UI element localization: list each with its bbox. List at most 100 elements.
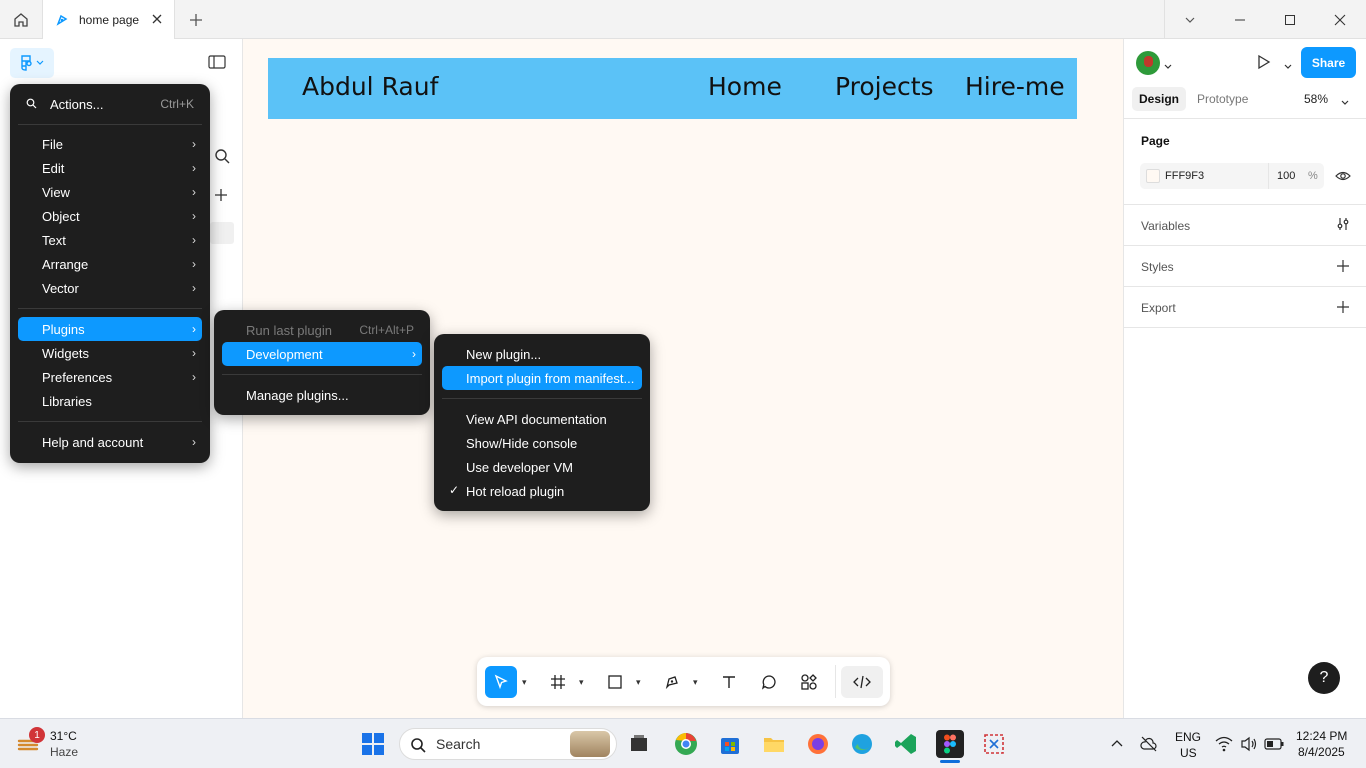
chevron-down-icon[interactable]: [1284, 58, 1292, 76]
menu-item-import-manifest[interactable]: Import plugin from manifest...: [442, 366, 642, 390]
shape-tool[interactable]: [599, 666, 631, 698]
frame-nav-home[interactable]: Home: [708, 72, 782, 101]
chevron-down-icon[interactable]: [1164, 58, 1172, 76]
weather-temp[interactable]: 31°C: [50, 729, 77, 743]
battery-icon[interactable]: [1264, 737, 1284, 756]
tab-design[interactable]: Design: [1132, 87, 1186, 111]
text-tool[interactable]: [713, 666, 745, 698]
close-window-icon[interactable]: [1315, 0, 1365, 39]
new-tab-icon[interactable]: [186, 10, 206, 30]
page-list-item[interactable]: [210, 222, 234, 244]
menu-item-vector[interactable]: Vector ›: [18, 276, 202, 300]
frame-nav-hireme[interactable]: Hire-me: [965, 72, 1065, 101]
chevron-down-icon[interactable]: ▾: [693, 677, 698, 688]
menu-item-manage-plugins[interactable]: Manage plugins...: [222, 383, 422, 407]
eye-icon[interactable]: [1335, 168, 1351, 189]
move-tool[interactable]: [485, 666, 517, 698]
wifi-icon[interactable]: [1215, 736, 1233, 757]
frame-nav-projects[interactable]: Projects: [835, 72, 934, 101]
snipping-tool-icon[interactable]: [980, 730, 1008, 758]
page-opacity[interactable]: 100: [1277, 170, 1295, 182]
add-style-icon[interactable]: [1336, 259, 1350, 278]
frame-tool[interactable]: [542, 666, 574, 698]
frame-name-text[interactable]: Abdul Rauf: [302, 72, 438, 101]
avatar[interactable]: [1136, 51, 1160, 75]
comment-tool[interactable]: [753, 666, 785, 698]
menu-item-run-last-plugin[interactable]: Run last plugin Ctrl+Alt+P: [222, 318, 422, 342]
chevron-up-icon[interactable]: [1110, 737, 1124, 756]
lang-indicator[interactable]: ENG: [1175, 730, 1201, 744]
page-color-swatch[interactable]: [1146, 169, 1160, 183]
page-color-field[interactable]: FFF9F3 100 %: [1140, 163, 1324, 189]
task-view-icon[interactable]: [625, 730, 653, 758]
cloud-off-icon[interactable]: [1140, 735, 1158, 758]
menu-item-plugins[interactable]: Plugins ›: [18, 317, 202, 341]
dev-mode-toggle[interactable]: [841, 666, 883, 698]
zoom-level[interactable]: 58%: [1304, 92, 1328, 106]
edge-icon[interactable]: [848, 730, 876, 758]
menu-item-new-plugin[interactable]: New plugin...: [442, 342, 642, 366]
add-page-icon[interactable]: [214, 188, 232, 206]
close-tab-icon[interactable]: [150, 12, 164, 26]
toggle-sidebar-icon[interactable]: [208, 55, 228, 71]
home-icon[interactable]: [0, 0, 42, 39]
chevron-down-icon[interactable]: ▾: [636, 677, 641, 688]
menu-item-libraries[interactable]: Libraries: [18, 389, 202, 413]
figma-app-icon[interactable]: [936, 730, 964, 758]
region-indicator[interactable]: US: [1180, 746, 1197, 760]
add-export-icon[interactable]: [1336, 300, 1350, 319]
vscode-icon[interactable]: [892, 730, 920, 758]
menu-separator: [18, 124, 202, 125]
resources-tool[interactable]: [793, 666, 825, 698]
weather-desc[interactable]: Haze: [50, 745, 78, 759]
main-menu-button[interactable]: [10, 48, 54, 78]
chrome-icon[interactable]: [672, 730, 700, 758]
clock-time[interactable]: 12:24 PM: [1296, 729, 1347, 743]
menu-item-file[interactable]: File ›: [18, 132, 202, 156]
chevron-down-icon[interactable]: [1341, 94, 1349, 112]
tab-home-page[interactable]: home page: [42, 0, 175, 39]
clock-date[interactable]: 8/4/2025: [1298, 745, 1345, 759]
chevron-down-icon[interactable]: ▾: [579, 677, 584, 688]
chevron-down-icon: [36, 59, 44, 67]
menu-item-help[interactable]: Help and account ›: [18, 430, 202, 454]
share-button[interactable]: Share: [1301, 47, 1356, 78]
menu-item-show-hide-console[interactable]: Show/Hide console: [442, 431, 642, 455]
menu-item-view[interactable]: View ›: [18, 180, 202, 204]
export-section[interactable]: Export: [1124, 287, 1366, 328]
maximize-icon[interactable]: [1265, 0, 1315, 39]
volume-icon[interactable]: [1240, 736, 1258, 757]
menu-item-preferences[interactable]: Preferences ›: [18, 365, 202, 389]
start-icon[interactable]: [361, 732, 385, 756]
menu-separator: [18, 421, 202, 422]
chevron-down-icon[interactable]: ▾: [522, 677, 527, 688]
menu-item-edit[interactable]: Edit ›: [18, 156, 202, 180]
menu-item-widgets[interactable]: Widgets ›: [18, 341, 202, 365]
play-icon[interactable]: [1256, 54, 1272, 75]
chevron-down-icon[interactable]: [1165, 0, 1215, 39]
menu-item-hot-reload[interactable]: ✓ Hot reload plugin: [442, 479, 642, 503]
help-button[interactable]: ?: [1308, 662, 1340, 694]
minimize-icon[interactable]: [1215, 0, 1265, 39]
menu-item-arrange[interactable]: Arrange ›: [18, 252, 202, 276]
search-layers-icon[interactable]: [214, 148, 232, 166]
store-icon[interactable]: [716, 730, 744, 758]
pen-tool[interactable]: [656, 666, 688, 698]
firefox-icon[interactable]: [804, 730, 832, 758]
page-color-hex[interactable]: FFF9F3: [1165, 170, 1204, 182]
menu-item-actions[interactable]: Actions... Ctrl+K: [18, 92, 202, 116]
file-explorer-icon[interactable]: [760, 730, 788, 758]
variables-section[interactable]: Variables: [1124, 205, 1366, 246]
chevron-right-icon: ›: [192, 322, 196, 336]
variables-settings-icon[interactable]: [1336, 217, 1350, 236]
menu-item-development[interactable]: Development ›: [222, 342, 422, 366]
tab-prototype[interactable]: Prototype: [1197, 92, 1248, 106]
menu-item-object[interactable]: Object ›: [18, 204, 202, 228]
styles-section[interactable]: Styles: [1124, 246, 1366, 287]
navbar-frame[interactable]: Abdul Rauf Home Projects Hire-me: [268, 58, 1077, 119]
percent-symbol: %: [1308, 170, 1318, 182]
menu-item-developer-vm[interactable]: Use developer VM: [442, 455, 642, 479]
menu-item-view-api-docs[interactable]: View API documentation: [442, 407, 642, 431]
menu-item-text[interactable]: Text ›: [18, 228, 202, 252]
taskbar-search[interactable]: Search: [399, 728, 617, 760]
